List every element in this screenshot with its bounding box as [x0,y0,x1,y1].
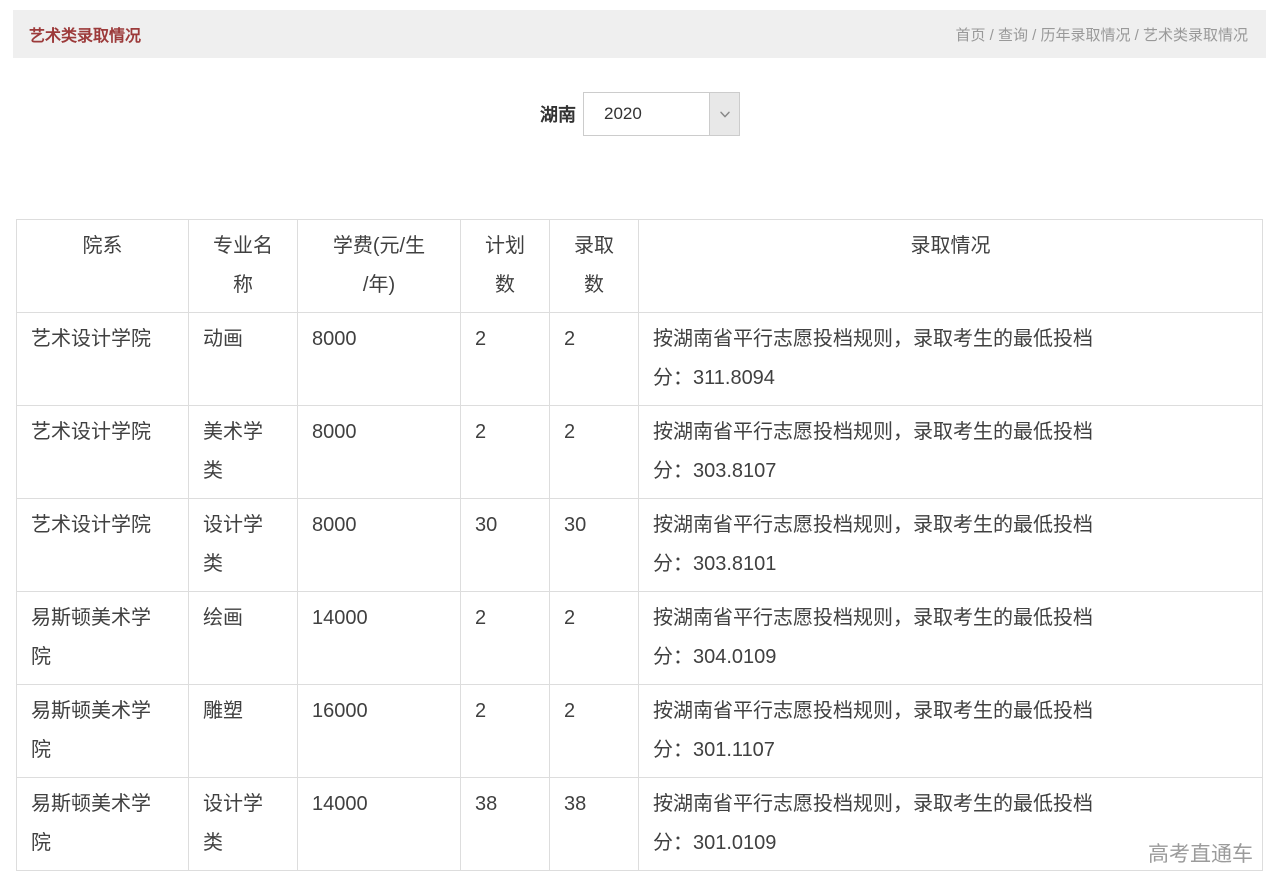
year-select[interactable]: 2020 [583,92,740,136]
cell-college: 易斯顿美术学 院 [17,778,189,871]
cell-admitted: 30 [550,499,639,592]
table-row: 艺术设计学院 美术学 类 8000 2 2 按湖南省平行志愿投档规则，录取考生的… [17,406,1263,499]
cell-detail: 按湖南省平行志愿投档规则，录取考生的最低投档 分：301.1107 [639,685,1263,778]
cell-college: 艺术设计学院 [17,313,189,406]
cell-tuition: 16000 [298,685,461,778]
cell-plan: 30 [461,499,550,592]
table-header-row: 院系 专业名 称 学费(元/生 /年) 计划 数 录取 数 录取情况 [17,220,1263,313]
cell-major: 设计学 类 [189,499,298,592]
cell-detail: 按湖南省平行志愿投档规则，录取考生的最低投档 分：311.8094 [639,313,1263,406]
admission-table: 院系 专业名 称 学费(元/生 /年) 计划 数 录取 数 录取情况 艺术设计学… [16,219,1263,871]
cell-admitted: 2 [550,685,639,778]
watermark: 高考直通车 [1148,838,1253,868]
header-major: 专业名 称 [189,220,298,313]
title-bar: 艺术类录取情况 首页 / 查询 / 历年录取情况 / 艺术类录取情况 [13,10,1266,58]
cell-major: 美术学 类 [189,406,298,499]
cell-admitted: 2 [550,406,639,499]
cell-major: 绘画 [189,592,298,685]
breadcrumb[interactable]: 首页 / 查询 / 历年录取情况 / 艺术类录取情况 [955,24,1248,45]
cell-college: 艺术设计学院 [17,406,189,499]
cell-plan: 2 [461,313,550,406]
cell-major: 动画 [189,313,298,406]
cell-admitted: 2 [550,592,639,685]
year-select-value: 2020 [584,93,709,135]
table-row: 艺术设计学院 动画 8000 2 2 按湖南省平行志愿投档规则，录取考生的最低投… [17,313,1263,406]
header-college: 院系 [17,220,189,313]
cell-college: 艺术设计学院 [17,499,189,592]
chevron-down-icon [709,93,739,135]
province-label: 湖南 [540,101,576,127]
cell-college: 易斯顿美术学 院 [17,592,189,685]
cell-plan: 38 [461,778,550,871]
cell-plan: 2 [461,685,550,778]
table-row: 易斯顿美术学 院 雕塑 16000 2 2 按湖南省平行志愿投档规则，录取考生的… [17,685,1263,778]
cell-detail: 按湖南省平行志愿投档规则，录取考生的最低投档 分：303.8101 [639,499,1263,592]
header-detail: 录取情况 [639,220,1263,313]
table-row: 易斯顿美术学 院 设计学 类 14000 38 38 按湖南省平行志愿投档规则，… [17,778,1263,871]
year-filter: 湖南 2020 [0,92,1280,136]
cell-tuition: 14000 [298,778,461,871]
cell-admitted: 2 [550,313,639,406]
cell-detail: 按湖南省平行志愿投档规则，录取考生的最低投档 分：303.8107 [639,406,1263,499]
cell-plan: 2 [461,592,550,685]
table-row: 易斯顿美术学 院 绘画 14000 2 2 按湖南省平行志愿投档规则，录取考生的… [17,592,1263,685]
cell-detail: 按湖南省平行志愿投档规则，录取考生的最低投档 分：304.0109 [639,592,1263,685]
page-title: 艺术类录取情况 [29,22,141,46]
cell-tuition: 8000 [298,313,461,406]
header-admitted: 录取 数 [550,220,639,313]
cell-plan: 2 [461,406,550,499]
cell-tuition: 8000 [298,499,461,592]
cell-tuition: 8000 [298,406,461,499]
cell-major: 设计学 类 [189,778,298,871]
cell-tuition: 14000 [298,592,461,685]
cell-admitted: 38 [550,778,639,871]
cell-major: 雕塑 [189,685,298,778]
table-row: 艺术设计学院 设计学 类 8000 30 30 按湖南省平行志愿投档规则，录取考… [17,499,1263,592]
cell-college: 易斯顿美术学 院 [17,685,189,778]
header-tuition: 学费(元/生 /年) [298,220,461,313]
header-plan: 计划 数 [461,220,550,313]
